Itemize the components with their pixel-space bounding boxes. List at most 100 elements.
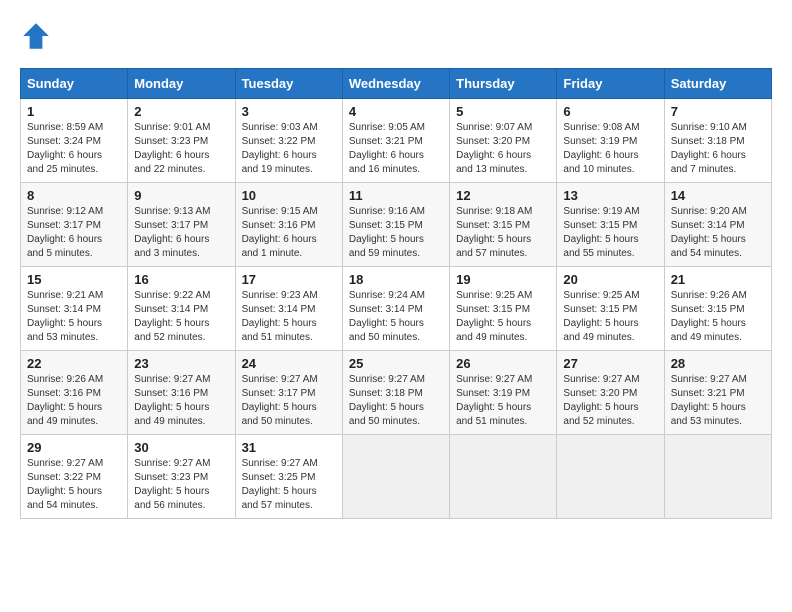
table-row: 4 Sunrise: 9:05 AM Sunset: 3:21 PM Daylig…	[342, 99, 449, 183]
table-row	[557, 435, 664, 519]
table-row: 16 Sunrise: 9:22 AM Sunset: 3:14 PM Dayli…	[128, 267, 235, 351]
header-saturday: Saturday	[664, 69, 771, 99]
table-row: 1 Sunrise: 8:59 AM Sunset: 3:24 PM Daylig…	[21, 99, 128, 183]
day-number: 17	[242, 272, 336, 287]
day-number: 9	[134, 188, 228, 203]
calendar-week-3: 15 Sunrise: 9:21 AM Sunset: 3:14 PM Dayli…	[21, 267, 772, 351]
header-friday: Friday	[557, 69, 664, 99]
day-number: 21	[671, 272, 765, 287]
day-number: 5	[456, 104, 550, 119]
day-number: 7	[671, 104, 765, 119]
table-row	[342, 435, 449, 519]
header-wednesday: Wednesday	[342, 69, 449, 99]
day-number: 18	[349, 272, 443, 287]
calendar-week-2: 8 Sunrise: 9:12 AM Sunset: 3:17 PM Daylig…	[21, 183, 772, 267]
day-number: 25	[349, 356, 443, 371]
calendar-week-1: 1 Sunrise: 8:59 AM Sunset: 3:24 PM Daylig…	[21, 99, 772, 183]
table-row: 18 Sunrise: 9:24 AM Sunset: 3:14 PM Dayli…	[342, 267, 449, 351]
calendar-week-5: 29 Sunrise: 9:27 AM Sunset: 3:22 PM Dayli…	[21, 435, 772, 519]
day-number: 10	[242, 188, 336, 203]
table-row: 17 Sunrise: 9:23 AM Sunset: 3:14 PM Dayli…	[235, 267, 342, 351]
table-row: 25 Sunrise: 9:27 AM Sunset: 3:18 PM Dayli…	[342, 351, 449, 435]
table-row: 5Sunrise: 9:07 AM Sunset: 3:20 PM Daylig…	[450, 99, 557, 183]
day-number: 24	[242, 356, 336, 371]
day-number: 1	[27, 104, 121, 119]
page-header	[20, 20, 772, 52]
header-thursday: Thursday	[450, 69, 557, 99]
day-info: Sunrise: 9:27 AM Sunset: 3:22 PM Dayligh…	[27, 457, 121, 513]
day-info: Sunrise: 9:26 AM Sunset: 3:16 PM Dayligh…	[27, 373, 121, 429]
table-row: 9Sunrise: 9:13 AM Sunset: 3:17 PM Daylig…	[128, 183, 235, 267]
table-row: 23 Sunrise: 9:27 AM Sunset: 3:16 PM Dayli…	[128, 351, 235, 435]
day-number: 12	[456, 188, 550, 203]
day-number: 22	[27, 356, 121, 371]
table-row: 13 Sunrise: 9:19 AM Sunset: 3:15 PM Dayli…	[557, 183, 664, 267]
day-number: 4	[349, 104, 443, 119]
calendar-week-4: 22 Sunrise: 9:26 AM Sunset: 3:16 PM Dayli…	[21, 351, 772, 435]
day-number: 15	[27, 272, 121, 287]
day-info: Sunrise: 9:25 AM Sunset: 3:15 PM Dayligh…	[456, 289, 550, 345]
day-number: 31	[242, 440, 336, 455]
header-monday: Monday	[128, 69, 235, 99]
table-row: 31Sunrise: 9:27 AM Sunset: 3:25 PM Dayli…	[235, 435, 342, 519]
table-row: 28Sunrise: 9:27 AM Sunset: 3:21 PM Dayli…	[664, 351, 771, 435]
table-row: 10Sunrise: 9:15 AM Sunset: 3:16 PM Dayli…	[235, 183, 342, 267]
header-sunday: Sunday	[21, 69, 128, 99]
day-info: Sunrise: 9:27 AM Sunset: 3:20 PM Dayligh…	[563, 373, 657, 429]
table-row: 29 Sunrise: 9:27 AM Sunset: 3:22 PM Dayli…	[21, 435, 128, 519]
header-tuesday: Tuesday	[235, 69, 342, 99]
day-info: Sunrise: 9:10 AM Sunset: 3:18 PM Dayligh…	[671, 121, 765, 177]
calendar-table: Sunday Monday Tuesday Wednesday Thursday…	[20, 68, 772, 519]
day-number: 23	[134, 356, 228, 371]
day-number: 6	[563, 104, 657, 119]
table-row: 19Sunrise: 9:25 AM Sunset: 3:15 PM Dayli…	[450, 267, 557, 351]
day-number: 3	[242, 104, 336, 119]
table-row	[664, 435, 771, 519]
day-number: 2	[134, 104, 228, 119]
day-number: 14	[671, 188, 765, 203]
day-info: Sunrise: 9:12 AM Sunset: 3:17 PM Dayligh…	[27, 205, 121, 261]
table-row: 30Sunrise: 9:27 AM Sunset: 3:23 PM Dayli…	[128, 435, 235, 519]
day-info: Sunrise: 9:27 AM Sunset: 3:21 PM Dayligh…	[671, 373, 765, 429]
day-info: Sunrise: 9:22 AM Sunset: 3:14 PM Dayligh…	[134, 289, 228, 345]
day-info: Sunrise: 9:24 AM Sunset: 3:14 PM Dayligh…	[349, 289, 443, 345]
table-row: 14 Sunrise: 9:20 AM Sunset: 3:14 PM Dayli…	[664, 183, 771, 267]
day-number: 30	[134, 440, 228, 455]
day-info: Sunrise: 9:27 AM Sunset: 3:17 PM Dayligh…	[242, 373, 336, 429]
day-info: Sunrise: 9:21 AM Sunset: 3:14 PM Dayligh…	[27, 289, 121, 345]
day-info: Sunrise: 9:20 AM Sunset: 3:14 PM Dayligh…	[671, 205, 765, 261]
day-info: Sunrise: 9:05 AM Sunset: 3:21 PM Dayligh…	[349, 121, 443, 177]
table-row: 7 Sunrise: 9:10 AM Sunset: 3:18 PM Daylig…	[664, 99, 771, 183]
day-info: Sunrise: 8:59 AM Sunset: 3:24 PM Dayligh…	[27, 121, 121, 177]
table-row	[450, 435, 557, 519]
table-row: 26 Sunrise: 9:27 AM Sunset: 3:19 PM Dayli…	[450, 351, 557, 435]
day-info: Sunrise: 9:27 AM Sunset: 3:19 PM Dayligh…	[456, 373, 550, 429]
day-number: 27	[563, 356, 657, 371]
table-row: 12 Sunrise: 9:18 AM Sunset: 3:15 PM Dayli…	[450, 183, 557, 267]
weekday-header-row: Sunday Monday Tuesday Wednesday Thursday…	[21, 69, 772, 99]
table-row: 2 Sunrise: 9:01 AM Sunset: 3:23 PM Daylig…	[128, 99, 235, 183]
day-info: Sunrise: 9:27 AM Sunset: 3:18 PM Dayligh…	[349, 373, 443, 429]
table-row: 21 Sunrise: 9:26 AM Sunset: 3:15 PM Dayli…	[664, 267, 771, 351]
day-info: Sunrise: 9:01 AM Sunset: 3:23 PM Dayligh…	[134, 121, 228, 177]
day-number: 26	[456, 356, 550, 371]
day-info: Sunrise: 9:08 AM Sunset: 3:19 PM Dayligh…	[563, 121, 657, 177]
day-number: 16	[134, 272, 228, 287]
table-row: 27 Sunrise: 9:27 AM Sunset: 3:20 PM Dayli…	[557, 351, 664, 435]
logo-icon	[20, 20, 52, 52]
day-info: Sunrise: 9:27 AM Sunset: 3:16 PM Dayligh…	[134, 373, 228, 429]
day-info: Sunrise: 9:25 AM Sunset: 3:15 PM Dayligh…	[563, 289, 657, 345]
day-number: 13	[563, 188, 657, 203]
day-info: Sunrise: 9:18 AM Sunset: 3:15 PM Dayligh…	[456, 205, 550, 261]
table-row: 8 Sunrise: 9:12 AM Sunset: 3:17 PM Daylig…	[21, 183, 128, 267]
day-number: 29	[27, 440, 121, 455]
table-row: 22 Sunrise: 9:26 AM Sunset: 3:16 PM Dayli…	[21, 351, 128, 435]
day-info: Sunrise: 9:03 AM Sunset: 3:22 PM Dayligh…	[242, 121, 336, 177]
day-info: Sunrise: 9:19 AM Sunset: 3:15 PM Dayligh…	[563, 205, 657, 261]
logo	[20, 20, 56, 52]
day-number: 11	[349, 188, 443, 203]
table-row: 20Sunrise: 9:25 AM Sunset: 3:15 PM Dayli…	[557, 267, 664, 351]
day-info: Sunrise: 9:23 AM Sunset: 3:14 PM Dayligh…	[242, 289, 336, 345]
day-info: Sunrise: 9:26 AM Sunset: 3:15 PM Dayligh…	[671, 289, 765, 345]
day-number: 8	[27, 188, 121, 203]
